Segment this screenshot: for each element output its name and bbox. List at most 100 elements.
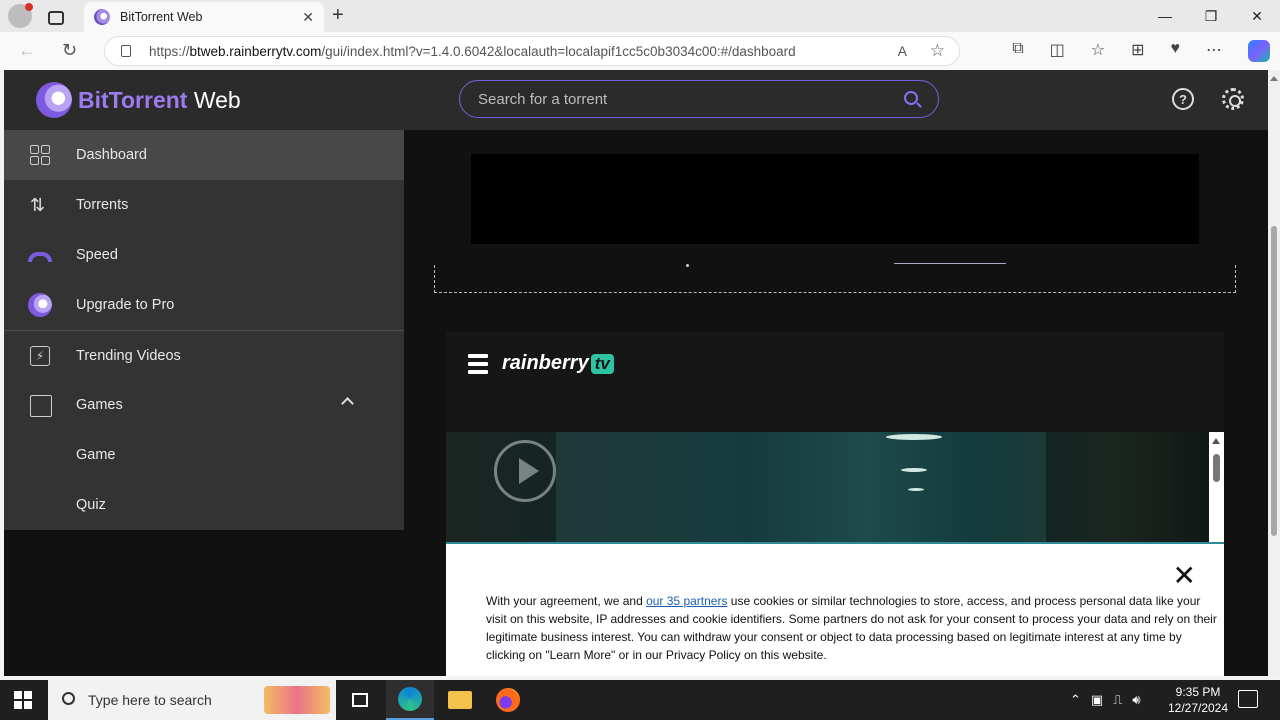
page-scrollbar[interactable] (1268, 70, 1280, 676)
browser-toolbar-icons: ⧉ ◫ ☆ ⊞ ♥ ⋯ (1012, 40, 1270, 62)
sidebar-item-torrents[interactable]: ⇅ Torrents (4, 180, 404, 230)
tray-overflow-icon[interactable]: ⌃ (1070, 692, 1081, 708)
taskbar-firefox[interactable] (484, 680, 532, 720)
sidebar-item-speed[interactable]: Speed (4, 230, 404, 280)
sidebar-item-label: Torrents (76, 197, 129, 213)
tab-actions-icon[interactable] (48, 11, 64, 25)
taskbar-edge[interactable] (386, 680, 434, 720)
refresh-icon[interactable]: ↻ (62, 40, 77, 61)
rainberry-logo-text: rainberry (502, 352, 589, 374)
read-aloud-icon[interactable]: A (898, 43, 907, 59)
sidebar-item-upgrade-pro[interactable]: Upgrade to Pro (4, 280, 404, 330)
task-view-button[interactable] (336, 680, 384, 720)
window-close-icon[interactable]: ✕ (1234, 0, 1280, 32)
chevron-up-icon[interactable] (341, 397, 354, 410)
system-tray: ⌃ ▣ ⎍ 🔊︎ (1070, 680, 1141, 720)
notification-center-icon[interactable] (1238, 690, 1258, 708)
ad-indicator (686, 264, 689, 267)
play-icon[interactable] (494, 440, 556, 502)
performance-icon[interactable]: ♥ (1171, 40, 1181, 62)
sidebar-subitem-game[interactable]: Game (4, 430, 404, 480)
dashboard-icon (30, 145, 50, 165)
scrollbar-thumb[interactable] (1213, 454, 1220, 482)
taskbar-search-placeholder: Type here to search (88, 692, 212, 708)
logo-text: BitTorrent Web (78, 86, 241, 113)
help-icon[interactable]: ? (1172, 88, 1194, 110)
gamepad-icon (30, 395, 52, 417)
device-icon[interactable]: ▣ (1091, 692, 1103, 708)
browser-tab-bar: BitTorrent Web ✕ + — ❐ ✕ (0, 0, 1280, 32)
lock-icon[interactable] (121, 45, 131, 57)
extensions-icon[interactable]: ⧉ (1012, 40, 1023, 62)
sidebar-item-games[interactable]: Games (4, 380, 404, 430)
minimize-icon[interactable]: — (1142, 0, 1188, 32)
rainberry-logo[interactable]: rainberry tv (502, 352, 614, 375)
settings-gear-icon[interactable] (1222, 88, 1244, 110)
new-tab-icon[interactable]: + (332, 4, 344, 27)
search-icon (62, 692, 75, 705)
sidebar-item-dashboard[interactable]: Dashboard (4, 130, 404, 180)
bittorrent-favicon-icon (94, 9, 110, 25)
window-controls: — ❐ ✕ (1142, 0, 1280, 32)
consent-text: With your agreement, we and our 35 partn… (486, 594, 1217, 662)
sidebar-item-trending-videos[interactable]: ⚡ Trending Videos (4, 330, 404, 380)
rainberry-logo-badge: tv (590, 353, 614, 374)
sidebar-item-label: Trending Videos (76, 347, 181, 364)
widget-scrollbar[interactable] (1209, 432, 1224, 544)
ad-placeholder-frame (434, 265, 1236, 293)
sidebar: Dashboard ⇅ Torrents Speed Upgrade to Pr… (4, 130, 404, 530)
torrent-search-input[interactable]: Search for a torrent (459, 80, 939, 118)
taskbar-clock[interactable]: 9:35 PM 12/27/2024 (1160, 684, 1236, 716)
bittorrent-web-app: BitTorrent Web Search for a torrent ? Da… (4, 70, 1268, 676)
sidebar-item-label: Quiz (76, 497, 106, 513)
profile-icon[interactable] (8, 3, 33, 28)
search-highlight-decoration (264, 686, 330, 714)
lightning-video-icon: ⚡ (30, 346, 50, 366)
ceiling-light (886, 434, 942, 440)
task-view-icon (352, 693, 368, 707)
copilot-icon[interactable] (1248, 40, 1270, 62)
sidebar-item-label: Game (76, 447, 116, 463)
windows-start-icon[interactable] (14, 691, 32, 709)
sidebar-item-label: Speed (76, 247, 118, 263)
search-icon[interactable] (904, 91, 918, 105)
bittorrent-logo[interactable]: BitTorrent Web (36, 82, 241, 118)
close-icon[interactable]: ✕ (1173, 562, 1196, 590)
restore-icon[interactable]: ❐ (1188, 0, 1234, 32)
arrows-updown-icon: ⇅ (30, 195, 46, 215)
split-screen-icon[interactable]: ◫ (1050, 40, 1065, 62)
volume-icon[interactable]: 🔊︎ (1132, 692, 1140, 708)
address-bar[interactable]: https://btweb.rainberrytv.com/gui/index.… (104, 36, 960, 66)
video-wall-shadow (1046, 432, 1209, 544)
taskbar-file-explorer[interactable] (436, 680, 484, 720)
partners-link[interactable]: our 35 partners (646, 594, 727, 608)
notification-dot (25, 3, 33, 11)
tab-close-icon[interactable]: ✕ (302, 9, 314, 26)
sidebar-item-label: Upgrade to Pro (76, 297, 175, 313)
back-icon[interactable]: ← (18, 40, 36, 61)
ad-banner[interactable] (471, 154, 1199, 244)
app-header: BitTorrent Web Search for a torrent ? (4, 70, 1268, 130)
favorite-star-icon[interactable]: ☆ (930, 41, 945, 61)
scroll-up-icon[interactable] (1270, 76, 1278, 81)
edge-icon (398, 687, 422, 711)
network-icon[interactable]: ⎍ (1113, 692, 1122, 708)
more-menu-icon[interactable]: ⋯ (1206, 40, 1222, 62)
firefox-icon (496, 688, 520, 712)
video-player[interactable] (446, 432, 1209, 544)
sidebar-subitem-quiz[interactable]: Quiz (4, 480, 404, 530)
bittorrent-logo-icon (36, 82, 72, 118)
browser-tab[interactable]: BitTorrent Web ✕ (84, 2, 324, 32)
scroll-up-icon[interactable] (1212, 438, 1220, 444)
scrollbar-thumb[interactable] (1271, 226, 1277, 536)
cookie-consent-banner: ✕ With your agreement, we and our 35 par… (446, 542, 1224, 676)
sidebar-item-label: Games (76, 397, 123, 413)
favorites-icon[interactable]: ☆ (1091, 40, 1105, 62)
taskbar-search-input[interactable]: Type here to search (48, 680, 336, 720)
header-actions: ? (1172, 88, 1244, 110)
hamburger-menu-icon[interactable] (468, 354, 488, 378)
collections-icon[interactable]: ⊞ (1131, 40, 1144, 62)
ceiling-light (908, 488, 924, 491)
speedometer-icon (28, 252, 52, 262)
tab-title: BitTorrent Web (120, 10, 203, 24)
